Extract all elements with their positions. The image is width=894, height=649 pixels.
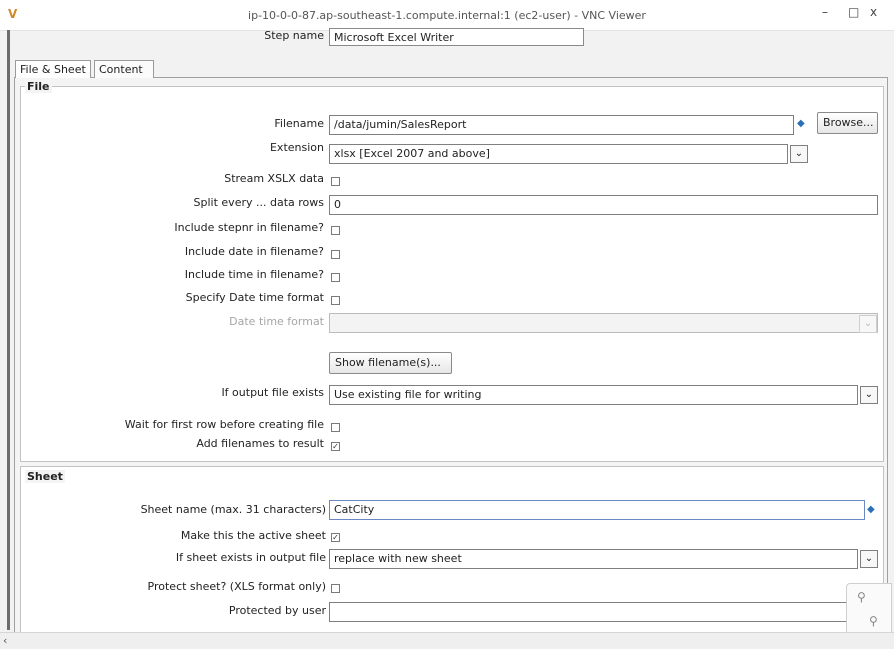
include-time-label: Include time in filename? xyxy=(184,268,324,281)
scroll-left-icon[interactable]: ‹ xyxy=(3,634,7,647)
extension-label: Extension xyxy=(269,141,324,154)
step-name-row: Step name Microsoft Excel Writer xyxy=(0,28,894,50)
include-date-checkbox[interactable] xyxy=(331,250,340,259)
include-date-label: Include date in filename? xyxy=(184,245,324,258)
tab-content[interactable]: Content xyxy=(94,60,154,78)
make-active-label: Make this the active sheet xyxy=(180,529,326,542)
if-sheet-exists-label: If sheet exists in output file xyxy=(175,551,326,564)
include-stepnr-label: Include stepnr in filename? xyxy=(174,221,324,234)
wait-first-row-checkbox[interactable] xyxy=(331,423,340,432)
diamond-variable-icon: ◆ xyxy=(867,504,875,515)
check-icon: ✓ xyxy=(332,442,339,451)
zoom-in-icon[interactable]: ⚲ xyxy=(857,590,866,604)
if-output-exists-label: If output file exists xyxy=(221,386,324,399)
window-left-edge xyxy=(7,30,10,630)
stream-xlsx-label: Stream XSLX data xyxy=(224,172,324,185)
datetime-format-select[interactable] xyxy=(329,313,878,333)
close-button[interactable]: x xyxy=(870,5,877,19)
diamond-variable-icon: ◆ xyxy=(797,118,805,129)
datetime-format-label: Date time format xyxy=(229,315,324,328)
split-every-label: Split every ... data rows xyxy=(193,196,324,209)
sheet-group-title: Sheet xyxy=(25,470,65,483)
file-group xyxy=(20,86,884,462)
protect-sheet-label: Protect sheet? (XLS format only) xyxy=(147,580,326,593)
include-stepnr-checkbox[interactable] xyxy=(331,226,340,235)
stream-xlsx-checkbox[interactable] xyxy=(331,177,340,186)
tab-file-sheet[interactable]: File & Sheet xyxy=(15,60,91,78)
split-every-input[interactable]: 0 xyxy=(329,195,878,215)
minimize-button[interactable]: – xyxy=(822,5,828,19)
check-icon: ✓ xyxy=(332,533,339,542)
show-filenames-button[interactable]: Show filename(s)... xyxy=(329,352,452,374)
window-title: ip-10-0-0-87.ap-southeast-1.compute.inte… xyxy=(248,9,646,22)
extension-select[interactable]: xlsx [Excel 2007 and above] xyxy=(329,144,788,164)
make-active-checkbox[interactable]: ✓ xyxy=(331,533,340,542)
step-name-input[interactable]: Microsoft Excel Writer xyxy=(329,28,584,46)
maximize-button[interactable]: □ xyxy=(848,5,859,19)
file-group-title: File xyxy=(25,80,52,93)
protected-by-label: Protected by user xyxy=(228,604,326,617)
filename-input[interactable]: /data/jumin/SalesReport xyxy=(329,115,794,135)
specify-datetime-label: Specify Date time format xyxy=(185,291,324,304)
if-output-exists-select[interactable]: Use existing file for writing xyxy=(329,385,858,405)
chevron-down-icon[interactable]: ⌄ xyxy=(860,550,878,568)
filename-label: Filename xyxy=(274,117,324,130)
if-sheet-exists-select[interactable]: replace with new sheet xyxy=(329,549,858,569)
zoom-out-icon[interactable]: ⚲ xyxy=(869,614,878,628)
wait-first-row-label: Wait for first row before creating file xyxy=(124,418,324,431)
chevron-down-icon[interactable]: ⌄ xyxy=(859,315,877,333)
include-time-checkbox[interactable] xyxy=(331,273,340,282)
add-filenames-checkbox[interactable]: ✓ xyxy=(331,442,340,451)
window-titlebar: V ip-10-0-0-87.ap-southeast-1.compute.in… xyxy=(0,0,894,31)
horizontal-scrollbar[interactable]: ‹ xyxy=(0,632,894,649)
chevron-down-icon[interactable]: ⌄ xyxy=(860,386,878,404)
step-name-label: Step name xyxy=(264,29,324,42)
browse-button[interactable]: Browse... xyxy=(817,112,878,134)
protect-sheet-checkbox[interactable] xyxy=(331,584,340,593)
specify-datetime-checkbox[interactable] xyxy=(331,296,340,305)
sheet-name-label: Sheet name (max. 31 characters) xyxy=(140,503,326,516)
protected-by-input[interactable] xyxy=(329,602,847,622)
sheet-name-input[interactable]: CatCity xyxy=(329,500,865,520)
chevron-down-icon[interactable]: ⌄ xyxy=(790,145,808,163)
add-filenames-label: Add filenames to result xyxy=(196,437,324,450)
